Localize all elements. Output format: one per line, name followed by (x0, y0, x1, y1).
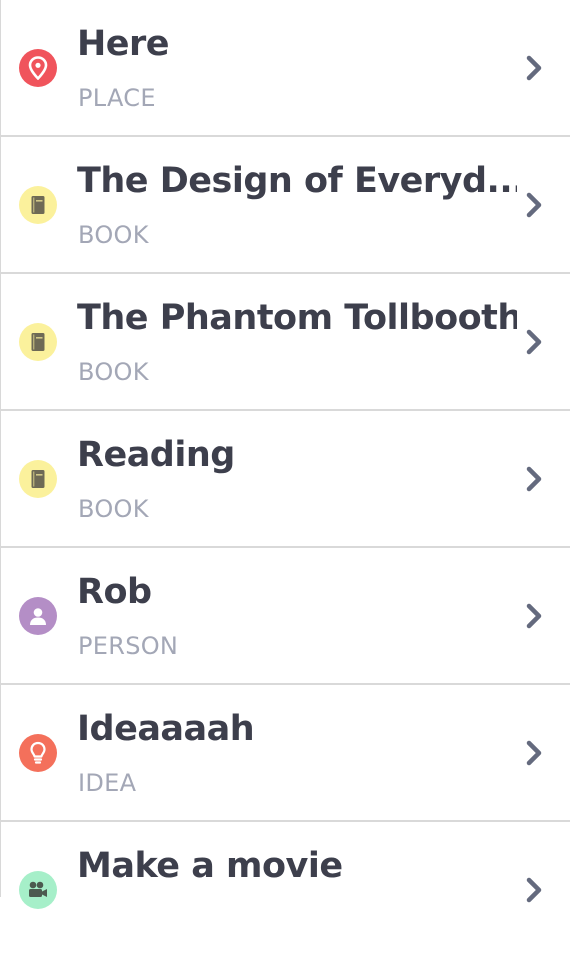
book-icon (19, 186, 57, 224)
item-title: Rob (77, 572, 152, 612)
item-type: PERSON (78, 632, 179, 660)
chevron-right-icon (526, 55, 542, 81)
item-type: BOOK (78, 221, 149, 249)
item-title: Make a movie (77, 846, 343, 886)
list-item-here[interactable]: Here PLACE (1, 0, 570, 137)
item-list: Here PLACE The Design of Everyd... BOOK (0, 0, 570, 909)
list-item-the-phantom-tollbooth[interactable]: The Phantom Tollbooth BOOK (1, 274, 570, 411)
location-pin-icon (19, 49, 57, 87)
list-item-reading[interactable]: Reading BOOK (1, 411, 570, 548)
chevron-right-icon (526, 603, 542, 629)
item-title: The Phantom Tollbooth (77, 298, 517, 338)
item-type: BOOK (78, 358, 149, 386)
list-item-ideaaaah[interactable]: Ideaaaah IDEA (1, 685, 570, 822)
item-type: PLACE (78, 84, 156, 112)
lightbulb-icon (19, 734, 57, 772)
film-camera-icon (19, 871, 57, 909)
chevron-right-icon (526, 329, 542, 355)
chevron-right-icon (526, 466, 542, 492)
item-type: BOOK (78, 495, 149, 523)
list-item-the-design-of-everyday-things[interactable]: The Design of Everyd... BOOK (1, 137, 570, 274)
item-title: The Design of Everyd... (77, 161, 517, 201)
item-title: Reading (77, 435, 235, 475)
list-item-rob[interactable]: Rob PERSON (1, 548, 570, 685)
item-title: Ideaaaah (77, 709, 255, 749)
chevron-right-icon (526, 192, 542, 218)
person-icon (19, 597, 57, 635)
chevron-right-icon (526, 740, 542, 766)
book-icon (19, 460, 57, 498)
item-title: Here (77, 24, 170, 64)
list-item-make-a-movie[interactable]: Make a movie (1, 822, 570, 959)
book-icon (19, 323, 57, 361)
item-type: IDEA (78, 769, 137, 797)
chevron-right-icon (526, 877, 542, 903)
